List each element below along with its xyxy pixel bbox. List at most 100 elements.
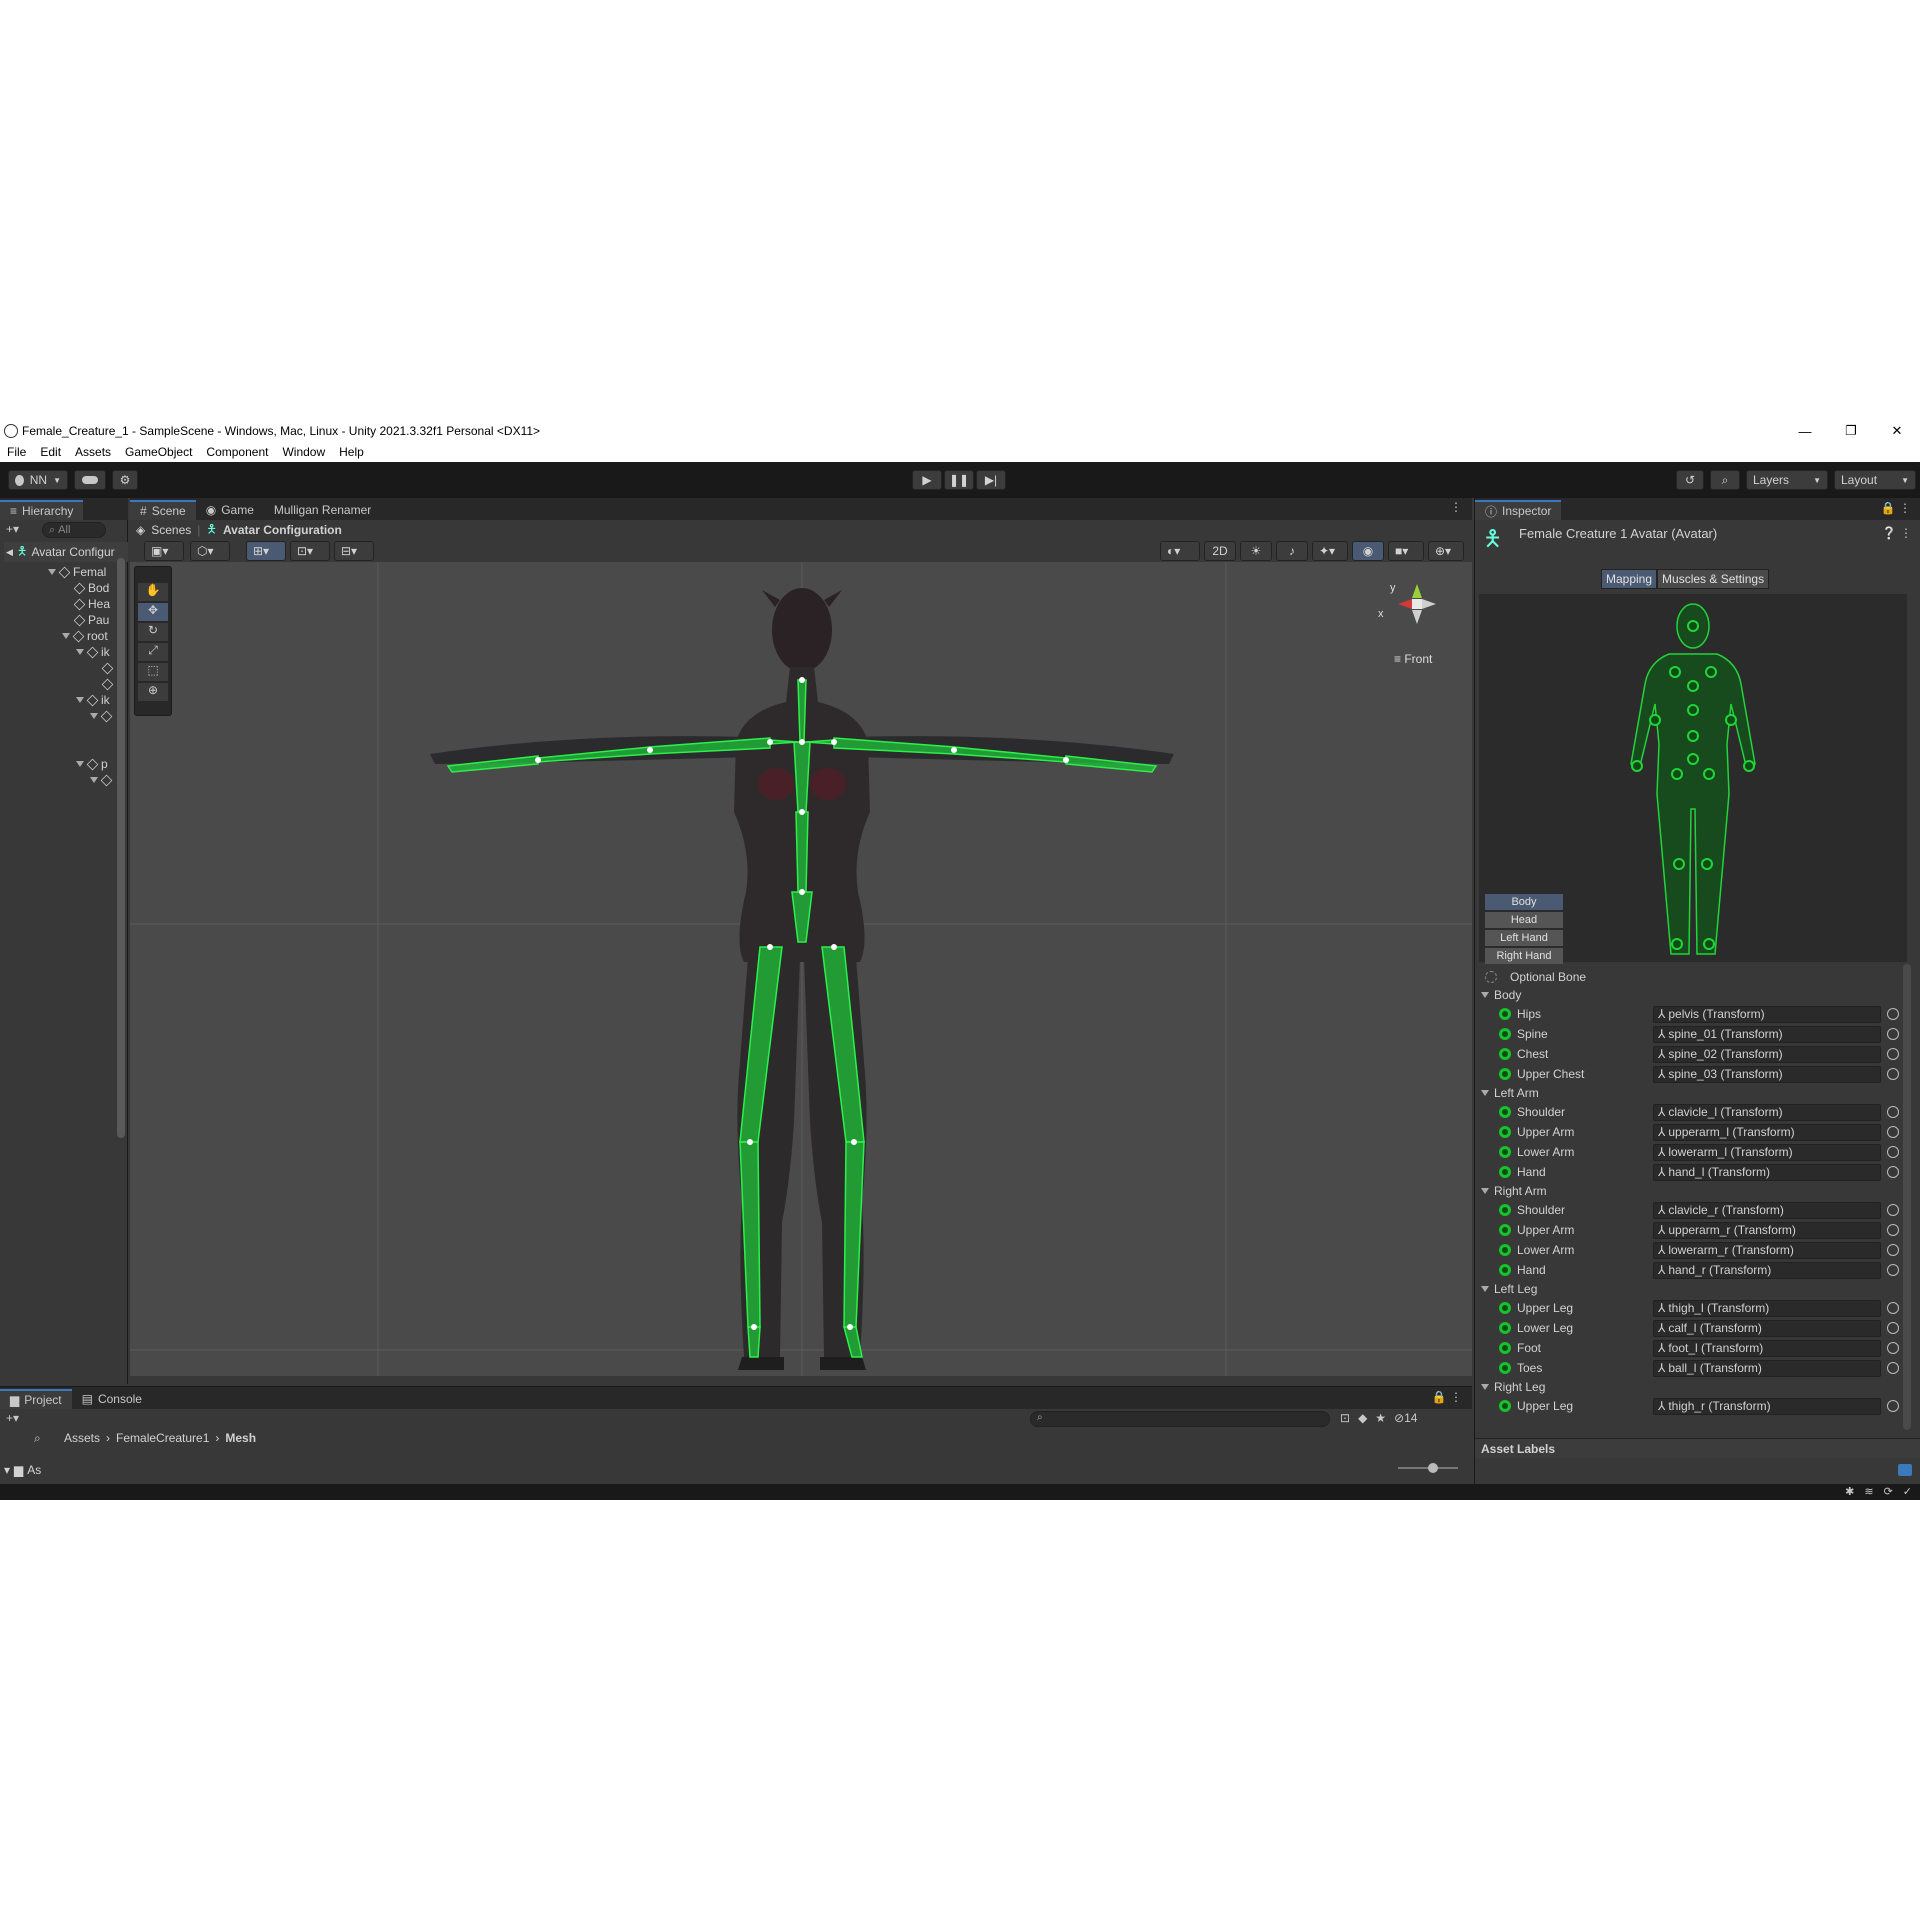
filter-label-icon[interactable]: ◆ (1358, 1411, 1367, 1425)
bone-transform-field[interactable]: ⅄ ball_l (Transform) (1653, 1359, 1881, 1377)
hierarchy-item[interactable]: root (62, 628, 108, 644)
tab-hierarchy[interactable]: ≡ Hierarchy (0, 500, 84, 520)
cloud-button[interactable] (74, 470, 106, 490)
cache-icon[interactable]: ≋ (1864, 1485, 1873, 1498)
bone-transform-field[interactable]: ⅄ calf_l (Transform) (1653, 1319, 1881, 1337)
hierarchy-scrollbar[interactable] (117, 558, 125, 1138)
hierarchy-item[interactable]: Femal (48, 564, 106, 580)
hierarchy-item[interactable] (90, 708, 113, 724)
auto-refresh-icon[interactable]: ⟳ (1884, 1485, 1893, 1498)
left-hand-button[interactable]: Left Hand (1485, 930, 1563, 946)
transform-tool-button[interactable]: ⊕ (138, 683, 168, 701)
bone-transform-field[interactable]: ⅄ upperarm_l (Transform) (1653, 1123, 1881, 1141)
breadcrumb-scenes[interactable]: Scenes (151, 523, 191, 537)
object-picker-icon[interactable] (1887, 1244, 1899, 1256)
audio-toggle[interactable]: ♪ (1276, 541, 1308, 561)
draw-mode-dropdown[interactable]: ▣▾ (144, 541, 184, 561)
gizmos-dropdown[interactable]: ⊕▾ (1428, 541, 1464, 561)
bug-icon[interactable]: ✱ (1845, 1485, 1854, 1498)
object-picker-icon[interactable] (1887, 1400, 1899, 1412)
align-dropdown[interactable]: ⊟▾ (334, 541, 374, 561)
tab-scene[interactable]: # Scene (130, 500, 196, 520)
bone-transform-field[interactable]: ⅄ hand_r (Transform) (1653, 1261, 1881, 1279)
object-picker-icon[interactable] (1887, 1204, 1899, 1216)
add-icon[interactable]: +▾ (6, 1411, 19, 1425)
object-picker-icon[interactable] (1887, 1342, 1899, 1354)
bone-transform-field[interactable]: ⅄ lowerarm_l (Transform) (1653, 1143, 1881, 1161)
filter-type-icon[interactable]: ⊡ (1340, 1411, 1350, 1425)
lock-icon[interactable]: 🔒 ⋮ (1432, 1390, 1462, 1404)
camera-dropdown[interactable]: ■▾ (1388, 541, 1424, 561)
gizmo-view-label[interactable]: ≡ Front (1394, 652, 1432, 666)
maximize-button[interactable]: ❐ (1828, 420, 1874, 442)
zoom-slider-thumb[interactable] (1428, 1463, 1438, 1473)
mapping-tab[interactable]: Mapping (1601, 569, 1658, 589)
hierarchy-item[interactable] (90, 772, 113, 788)
breadcrumb-assets[interactable]: Assets (64, 1431, 100, 1445)
right-hand-button[interactable]: Right Hand (1485, 948, 1563, 964)
bone-transform-field[interactable]: ⅄ thigh_r (Transform) (1653, 1397, 1881, 1415)
bone-transform-field[interactable]: ⅄ lowerarm_r (Transform) (1653, 1241, 1881, 1259)
bone-transform-field[interactable]: ⅄ pelvis (Transform) (1653, 1005, 1881, 1023)
tab-project[interactable]: ▆ Project (0, 1389, 72, 1409)
increment-snap-dropdown[interactable]: ⊡▾ (290, 541, 330, 561)
muscles-settings-tab[interactable]: Muscles & Settings (1657, 569, 1770, 589)
favorite-icon[interactable]: ★ (1375, 1411, 1386, 1425)
tag-icon[interactable] (1898, 1464, 1912, 1476)
hierarchy-search-input[interactable]: ⌕ All (42, 522, 106, 538)
menu-gameobject[interactable]: GameObject (118, 445, 199, 459)
shading-dropdown[interactable]: ◐▾ (1160, 541, 1200, 561)
lighting-toggle[interactable]: ☀ (1240, 541, 1272, 561)
tab-mulligan-renamer[interactable]: Mulligan Renamer (264, 500, 381, 520)
project-search-input[interactable]: ⌕ (1030, 1411, 1330, 1427)
rotate-tool-button[interactable]: ↻ (138, 623, 168, 641)
history-button[interactable]: ↺ (1676, 470, 1704, 490)
object-picker-icon[interactable] (1887, 1362, 1899, 1374)
hierarchy-item[interactable]: Pau (73, 612, 109, 628)
bone-section-header[interactable]: Left Arm (1481, 1084, 1539, 1102)
scene-viewport[interactable]: ✋ ✥ ↻ ⤢ ⬚ ⊕ y x ≡ Front (130, 562, 1472, 1376)
layers-dropdown[interactable]: Layers ▼ (1746, 470, 1828, 490)
object-picker-icon[interactable] (1887, 1224, 1899, 1236)
menu-component[interactable]: Component (199, 445, 275, 459)
add-icon[interactable]: +▾ (6, 522, 19, 536)
play-button[interactable]: ▶ (912, 470, 942, 490)
object-picker-icon[interactable] (1887, 1166, 1899, 1178)
close-button[interactable]: ✕ (1874, 420, 1920, 442)
bone-transform-field[interactable]: ⅄ spine_02 (Transform) (1653, 1045, 1881, 1063)
bone-section-header[interactable]: Right Leg (1481, 1378, 1545, 1396)
object-picker-icon[interactable] (1887, 1146, 1899, 1158)
object-picker-icon[interactable] (1887, 1048, 1899, 1060)
account-dropdown[interactable]: NN ▼ (8, 470, 68, 490)
menu-assets[interactable]: Assets (68, 445, 118, 459)
object-picker-icon[interactable] (1887, 1302, 1899, 1314)
bone-transform-field[interactable]: ⅄ clavicle_r (Transform) (1653, 1201, 1881, 1219)
inspector-scrollbar[interactable] (1903, 964, 1911, 1430)
hand-tool-button[interactable]: ✋ (138, 583, 168, 601)
project-folder-row[interactable]: ▾ ▆ As (4, 1463, 41, 1477)
menu-window[interactable]: Window (275, 445, 332, 459)
breadcrumb-avatar-configuration[interactable]: Avatar Configuration (223, 523, 342, 537)
object-picker-icon[interactable] (1887, 1106, 1899, 1118)
hierarchy-root-row[interactable]: ◀ 🯅 Avatar Configur (4, 542, 128, 562)
bone-transform-field[interactable]: ⅄ upperarm_r (Transform) (1653, 1221, 1881, 1239)
asset-labels-header[interactable]: Asset Labels (1475, 1438, 1920, 1458)
effects-dropdown[interactable]: ✦▾ (1312, 541, 1348, 561)
check-icon[interactable]: ✓ (1903, 1485, 1912, 1498)
scale-tool-button[interactable]: ⤢ (138, 643, 168, 661)
bone-transform-field[interactable]: ⅄ foot_l (Transform) (1653, 1339, 1881, 1357)
step-button[interactable]: ▶| (976, 470, 1006, 490)
hierarchy-item[interactable]: Bod (73, 580, 109, 596)
render-mode-dropdown[interactable]: ⬡▾ (190, 541, 230, 561)
object-picker-icon[interactable] (1887, 1264, 1899, 1276)
hierarchy-item[interactable]: p (76, 756, 108, 772)
object-picker-icon[interactable] (1887, 1008, 1899, 1020)
bone-transform-field[interactable]: ⅄ clavicle_l (Transform) (1653, 1103, 1881, 1121)
object-picker-icon[interactable] (1887, 1068, 1899, 1080)
menu-help[interactable]: Help (332, 445, 371, 459)
bone-transform-field[interactable]: ⅄ hand_l (Transform) (1653, 1163, 1881, 1181)
hierarchy-item[interactable]: ik (76, 644, 110, 660)
bone-section-header[interactable]: Body (1481, 986, 1521, 1004)
grid-snap-toggle[interactable]: ⊞▾ (246, 541, 286, 561)
bone-transform-field[interactable]: ⅄ thigh_l (Transform) (1653, 1299, 1881, 1317)
